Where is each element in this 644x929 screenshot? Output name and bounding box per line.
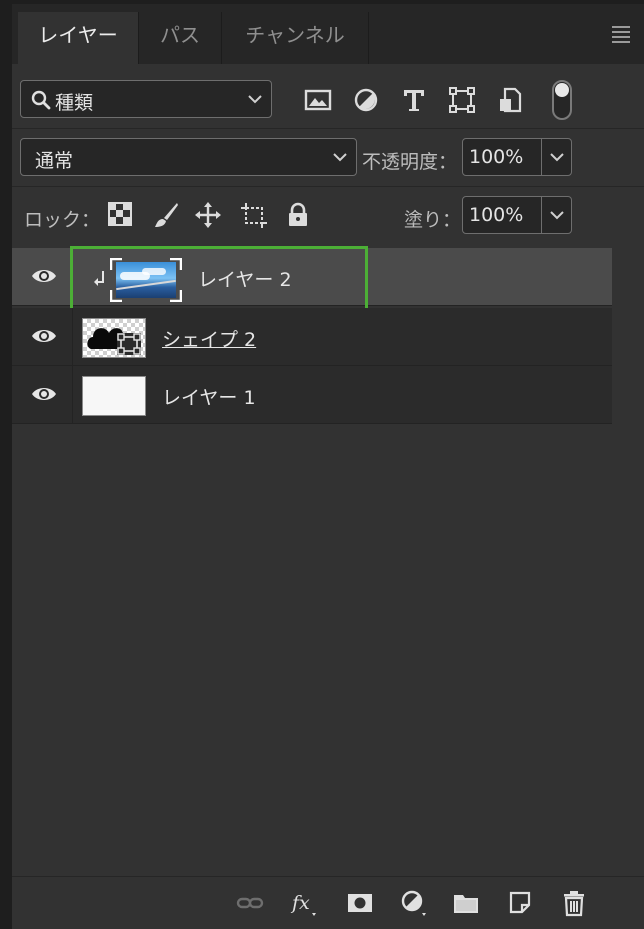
chevron-down-icon[interactable] bbox=[549, 151, 565, 163]
opacity-label: 不透明度： bbox=[362, 151, 458, 173]
new-adjustment-icon[interactable] bbox=[400, 889, 428, 917]
panel-footer: fx bbox=[12, 876, 644, 929]
layer-thumbnail bbox=[82, 376, 146, 416]
selection-corners-icon bbox=[110, 258, 182, 302]
divider bbox=[72, 308, 73, 366]
tab-divider bbox=[368, 12, 369, 64]
visibility-eye-icon[interactable] bbox=[30, 266, 58, 286]
visibility-eye-icon[interactable] bbox=[30, 384, 58, 404]
visibility-eye-icon[interactable] bbox=[30, 326, 58, 346]
fill-field[interactable]: 100% bbox=[462, 196, 572, 234]
lock-position-icon[interactable] bbox=[194, 201, 222, 229]
chevron-down-icon bbox=[333, 153, 347, 162]
layer-thumbnail bbox=[110, 258, 182, 302]
layer-name[interactable]: レイヤー 2 bbox=[198, 265, 292, 292]
layers-panel: レイヤー パス チャンネル 種類 通常 不透明度： 100% ロック： 塗り： … bbox=[12, 4, 644, 929]
tab-paths[interactable]: パス bbox=[139, 12, 221, 64]
delete-layer-icon[interactable] bbox=[560, 889, 588, 917]
image-filter-icon[interactable] bbox=[304, 86, 332, 114]
fill-label: 塗り： bbox=[404, 209, 462, 231]
new-layer-icon[interactable] bbox=[506, 889, 534, 917]
chevron-down-icon bbox=[248, 95, 262, 104]
search-icon bbox=[31, 90, 51, 110]
lock-transparent-pixels-icon[interactable] bbox=[108, 202, 132, 226]
lock-image-pixels-icon[interactable] bbox=[152, 201, 180, 229]
divider bbox=[72, 366, 73, 424]
layer-name[interactable]: レイヤー 1 bbox=[162, 383, 256, 410]
fx-icon[interactable]: fx bbox=[290, 889, 318, 917]
tab-bar: レイヤー パス チャンネル bbox=[12, 4, 644, 64]
panel-menu-icon[interactable] bbox=[612, 26, 630, 46]
filter-toggle-switch[interactable] bbox=[552, 80, 572, 120]
link-layers-icon[interactable] bbox=[236, 889, 264, 917]
new-group-icon[interactable] bbox=[452, 889, 480, 917]
blend-mode-select[interactable]: 通常 bbox=[20, 138, 357, 176]
tab-channels[interactable]: チャンネル bbox=[222, 12, 368, 64]
divider bbox=[12, 128, 644, 129]
opacity-value: 100% bbox=[469, 146, 524, 168]
divider bbox=[12, 186, 644, 187]
fill-value: 100% bbox=[469, 204, 524, 226]
adjustment-filter-icon[interactable] bbox=[352, 86, 380, 114]
blend-mode-value: 通常 bbox=[35, 150, 74, 172]
filter-kind-select[interactable]: 種類 bbox=[20, 80, 272, 118]
tab-layers[interactable]: レイヤー bbox=[18, 12, 138, 64]
add-mask-icon[interactable] bbox=[346, 889, 374, 917]
shape-filter-icon[interactable] bbox=[448, 86, 476, 114]
lock-label: ロック： bbox=[24, 209, 101, 231]
clipping-mask-arrow-icon bbox=[94, 271, 104, 286]
layer-row-shape-2[interactable]: シェイプ 2 bbox=[12, 308, 612, 366]
layer-thumbnail bbox=[82, 318, 146, 358]
chevron-down-icon[interactable] bbox=[549, 209, 565, 221]
layer-row-layer-2[interactable]: レイヤー 2 bbox=[12, 248, 612, 306]
smart-object-filter-icon[interactable] bbox=[496, 86, 524, 114]
svg-text:fx: fx bbox=[290, 892, 310, 914]
lock-artboard-icon[interactable] bbox=[240, 201, 268, 229]
type-filter-icon[interactable] bbox=[400, 86, 428, 114]
lock-all-icon[interactable] bbox=[284, 201, 312, 229]
opacity-field[interactable]: 100% bbox=[462, 138, 572, 176]
layer-name[interactable]: シェイプ 2 bbox=[162, 325, 256, 352]
filter-kind-label: 種類 bbox=[55, 92, 94, 114]
layer-row-layer-1[interactable]: レイヤー 1 bbox=[12, 366, 612, 424]
divider bbox=[72, 248, 73, 306]
